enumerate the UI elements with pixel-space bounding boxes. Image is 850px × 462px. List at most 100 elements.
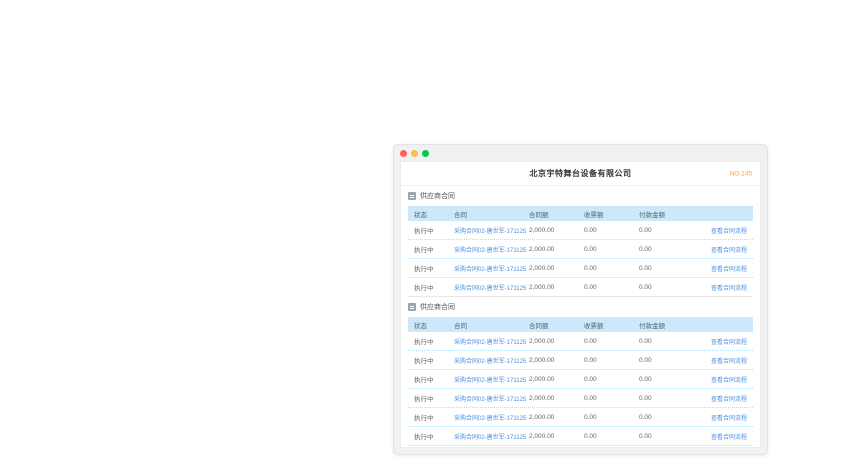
contract-link[interactable]: 采购合同02-唐世军-171125 [454, 394, 529, 403]
payment-amount-cell: 0.00 [639, 357, 699, 364]
view-contract-flow-link[interactable]: 查看合同流程 [699, 394, 753, 403]
document-header: 北京宇特舞台设备有限公司 NO.145 [401, 162, 760, 186]
status-cell: 执行中 [408, 393, 454, 403]
column-contract-header: 合同 [454, 209, 529, 219]
contract-amount-cell: 2,000.00 [529, 265, 584, 272]
table-row: 执行中采购合同02-唐世军-1711252,000.000.000.00查看合同… [408, 332, 753, 351]
column-contract-amount-header: 合同额 [529, 320, 584, 330]
invoice-amount-cell: 0.00 [584, 414, 639, 421]
invoice-amount-cell: 0.00 [584, 433, 639, 440]
maximize-window-button[interactable] [422, 150, 429, 157]
payment-amount-cell: 0.00 [639, 246, 699, 253]
table-row: 执行中采购合同02-唐世军-1711252,000.000.000.00查看合同… [408, 389, 753, 408]
contract-section: 供应商合同 状态合同合同额收票额付款金额 执行中采购合同02-唐世军-17112… [401, 186, 760, 297]
invoice-amount-cell: 0.00 [584, 284, 639, 291]
column-status-header: 状态 [408, 320, 454, 330]
view-contract-flow-link[interactable]: 查看合同流程 [699, 226, 753, 235]
table-header-row: 状态合同合同额收票额付款金额 [408, 317, 753, 332]
status-cell: 执行中 [408, 431, 454, 441]
contract-amount-cell: 2,000.00 [529, 227, 584, 234]
status-cell: 执行中 [408, 225, 454, 235]
column-invoice-amount-header: 收票额 [584, 209, 639, 219]
invoice-amount-cell: 0.00 [584, 376, 639, 383]
contract-link[interactable]: 采购合同02-唐世军-171125 [454, 283, 529, 292]
view-contract-flow-link[interactable]: 查看合同流程 [699, 245, 753, 254]
invoice-amount-cell: 0.00 [584, 227, 639, 234]
table-row: 执行中采购合同02-唐世军-1711252,000.000.000.00查看合同… [408, 221, 753, 240]
contract-link[interactable]: 采购合同02-唐世军-171125 [454, 337, 529, 346]
column-status-header: 状态 [408, 209, 454, 219]
minimize-window-button[interactable] [411, 150, 418, 157]
status-cell: 执行中 [408, 244, 454, 254]
status-cell: 执行中 [408, 263, 454, 273]
table-row: 执行中采购合同02-唐世军-1711252,000.000.000.00查看合同… [408, 370, 753, 389]
invoice-amount-cell: 0.00 [584, 265, 639, 272]
payment-amount-cell: 0.00 [639, 338, 699, 345]
view-contract-flow-link[interactable]: 查看合同流程 [699, 375, 753, 384]
section-header: 供应商合同 [401, 186, 760, 206]
status-cell: 执行中 [408, 336, 454, 346]
page-title: 北京宇特舞台设备有限公司 [530, 168, 632, 179]
contract-link[interactable]: 采购合同02-唐世军-171125 [454, 264, 529, 273]
column-contract-header: 合同 [454, 320, 529, 330]
status-cell: 执行中 [408, 412, 454, 422]
table-body: 执行中采购合同02-唐世军-1711252,000.000.000.00查看合同… [408, 221, 753, 297]
contract-link[interactable]: 采购合同02-唐世军-171125 [454, 413, 529, 422]
contract-amount-cell: 2,000.00 [529, 414, 584, 421]
contract-link[interactable]: 采购合同02-唐世军-171125 [454, 432, 529, 441]
invoice-amount-cell: 0.00 [584, 395, 639, 402]
section-title: 供应商合同 [420, 302, 455, 312]
document-icon [408, 303, 416, 311]
payment-amount-cell: 0.00 [639, 414, 699, 421]
document-icon [408, 192, 416, 200]
status-cell: 执行中 [408, 374, 454, 384]
payment-amount-cell: 0.00 [639, 227, 699, 234]
view-contract-flow-link[interactable]: 查看合同流程 [699, 356, 753, 365]
column-contract-amount-header: 合同额 [529, 209, 584, 219]
contract-amount-cell: 2,000.00 [529, 357, 584, 364]
table-header-row: 状态合同合同额收票额付款金额 [408, 206, 753, 221]
contract-link[interactable]: 采购合同02-唐世军-171125 [454, 356, 529, 365]
view-contract-flow-link[interactable]: 查看合同流程 [699, 413, 753, 422]
contract-amount-cell: 2,000.00 [529, 376, 584, 383]
contract-link[interactable]: 采购合同02-唐世军-171125 [454, 226, 529, 235]
contracts-table: 状态合同合同额收票额付款金额 执行中采购合同02-唐世军-1711252,000… [408, 317, 753, 446]
payment-amount-cell: 0.00 [639, 284, 699, 291]
contract-amount-cell: 2,000.00 [529, 284, 584, 291]
view-contract-flow-link[interactable]: 查看合同流程 [699, 283, 753, 292]
view-contract-flow-link[interactable]: 查看合同流程 [699, 432, 753, 441]
content-card: 北京宇特舞台设备有限公司 NO.145 供应商合同 状态合同合同额收票额付款金额… [400, 161, 761, 448]
section-header: 供应商合同 [401, 297, 760, 317]
contract-link[interactable]: 采购合同02-唐世军-171125 [454, 375, 529, 384]
table-row: 执行中采购合同02-唐世军-1711252,000.000.000.00查看合同… [408, 259, 753, 278]
contract-amount-cell: 2,000.00 [529, 246, 584, 253]
column-invoice-amount-header: 收票额 [584, 320, 639, 330]
window-titlebar [394, 145, 767, 161]
table-row: 执行中采购合同02-唐世军-1711252,000.000.000.00查看合同… [408, 278, 753, 297]
sections-container: 供应商合同 状态合同合同额收票额付款金额 执行中采购合同02-唐世军-17112… [401, 186, 760, 446]
table-row: 执行中采购合同02-唐世军-1711252,000.000.000.00查看合同… [408, 427, 753, 446]
column-payment-amount-header: 付款金额 [639, 209, 699, 219]
status-cell: 执行中 [408, 282, 454, 292]
view-contract-flow-link[interactable]: 查看合同流程 [699, 337, 753, 346]
table-row: 执行中采购合同02-唐世军-1711252,000.000.000.00查看合同… [408, 408, 753, 427]
payment-amount-cell: 0.00 [639, 265, 699, 272]
invoice-amount-cell: 0.00 [584, 338, 639, 345]
status-cell: 执行中 [408, 355, 454, 365]
payment-amount-cell: 0.00 [639, 376, 699, 383]
contract-amount-cell: 2,000.00 [529, 338, 584, 345]
contracts-table: 状态合同合同额收票额付款金额 执行中采购合同02-唐世军-1711252,000… [408, 206, 753, 297]
column-payment-amount-header: 付款金额 [639, 320, 699, 330]
table-row: 执行中采购合同02-唐世军-1711252,000.000.000.00查看合同… [408, 240, 753, 259]
table-row: 执行中采购合同02-唐世军-1711252,000.000.000.00查看合同… [408, 351, 753, 370]
payment-amount-cell: 0.00 [639, 395, 699, 402]
contract-amount-cell: 2,000.00 [529, 395, 584, 402]
table-body: 执行中采购合同02-唐世军-1711252,000.000.000.00查看合同… [408, 332, 753, 446]
app-window: 北京宇特舞台设备有限公司 NO.145 供应商合同 状态合同合同额收票额付款金额… [393, 144, 768, 455]
contract-link[interactable]: 采购合同02-唐世军-171125 [454, 245, 529, 254]
contract-amount-cell: 2,000.00 [529, 433, 584, 440]
document-number-badge: NO.145 [730, 170, 752, 177]
view-contract-flow-link[interactable]: 查看合同流程 [699, 264, 753, 273]
section-title: 供应商合同 [420, 191, 455, 201]
close-window-button[interactable] [400, 150, 407, 157]
